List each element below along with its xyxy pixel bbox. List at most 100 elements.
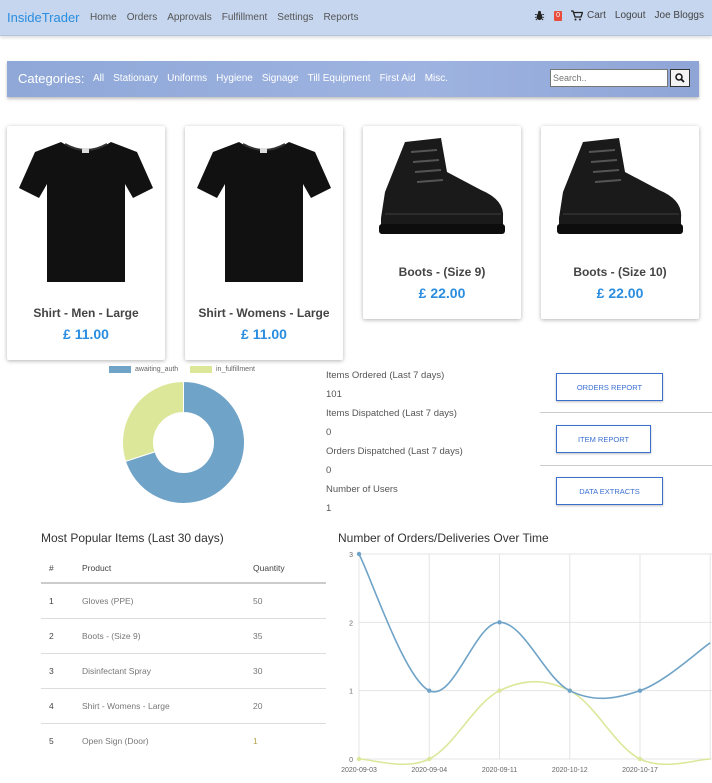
product-price: £ 22.00 — [418, 285, 466, 301]
product-price: £ 11.00 — [63, 326, 109, 342]
donut-legend-fulfillment: in_fulfillment — [190, 366, 255, 373]
category-stationary[interactable]: Stationary — [113, 73, 158, 84]
nav-approvals[interactable]: Approvals — [167, 12, 211, 23]
category-hygiene[interactable]: Hygiene — [216, 73, 253, 84]
category-first-aid[interactable]: First Aid — [380, 73, 416, 84]
table-row: 5 Open Sign (Door) 1 — [41, 723, 326, 758]
table-header-row: # Product Quantity — [41, 553, 326, 584]
nav-home[interactable]: Home — [90, 12, 117, 23]
x-tick-label: 2020-09-04 — [411, 767, 447, 774]
cart-link[interactable]: Cart — [571, 10, 606, 21]
legend-swatch — [109, 366, 131, 373]
popular-items-table: # Product Quantity 1 Gloves (PPE) 50 2 B… — [41, 553, 326, 758]
series-line — [358, 681, 711, 766]
items-ordered-label: Items Ordered (Last 7 days) — [326, 370, 445, 381]
category-signage[interactable]: Signage — [262, 73, 299, 84]
row-quantity: 35 — [253, 618, 326, 654]
product-name[interactable]: Boots - (Size 9) — [363, 265, 521, 279]
data-point — [356, 551, 362, 557]
row-quantity: 1 — [253, 735, 258, 746]
orders-dispatched-value: 0 — [326, 465, 332, 476]
y-tick-label: 3 — [349, 552, 353, 559]
tshirt-image — [19, 142, 153, 282]
data-point — [427, 688, 432, 693]
nav-fulfillment[interactable]: Fulfillment — [222, 12, 268, 23]
col-header-quantity: Quantity — [253, 553, 326, 584]
series-line — [358, 553, 711, 700]
product-card[interactable]: Shirt - Womens - Large £ 11.00 — [185, 126, 343, 360]
boot-image — [557, 138, 683, 234]
row-product: Open Sign (Door) — [82, 735, 149, 746]
x-tick-label: 2020-10-17 — [622, 767, 658, 774]
search-button[interactable] — [670, 69, 690, 87]
items-dispatched-label: Items Dispatched (Last 7 days) — [326, 408, 457, 419]
nav-right: 0 Cart Logout Joe Bloggs — [525, 10, 704, 21]
product-card[interactable]: Boots - (Size 9) £ 22.00 — [363, 126, 521, 319]
logout-link[interactable]: Logout — [615, 10, 646, 21]
row-number: 1 — [41, 583, 82, 619]
table-row: 3 Disinfectant Spray 30 — [41, 653, 326, 689]
navbar: InsideTrader Home Orders Approvals Fulfi… — [0, 0, 712, 36]
row-quantity: 50 — [253, 583, 326, 619]
nav-links: Home Orders Approvals Fulfillment Settin… — [90, 12, 368, 23]
x-tick-label: 2020-09-11 — [482, 767, 517, 774]
popular-items-title: Most Popular Items (Last 30 days) — [41, 531, 224, 545]
items-ordered-value: 101 — [326, 389, 342, 400]
product-card[interactable]: Boots - (Size 10) £ 22.00 — [541, 126, 699, 319]
data-point — [427, 756, 432, 762]
row-number: 4 — [41, 688, 82, 724]
legend-label: awaiting_auth — [135, 366, 179, 373]
data-extracts-button[interactable]: DATA EXTRACTS — [556, 477, 663, 505]
row-number: 5 — [49, 735, 54, 746]
data-point — [567, 688, 572, 693]
product-name[interactable]: Shirt - Men - Large — [7, 306, 165, 320]
col-header-number: # — [41, 553, 82, 584]
category-misc[interactable]: Misc. — [425, 73, 448, 84]
row-product: Shirt - Womens - Large — [82, 688, 253, 724]
users-value: 1 — [326, 503, 332, 514]
search-icon — [675, 73, 685, 83]
nav-reports[interactable]: Reports — [323, 12, 358, 23]
data-point — [497, 688, 502, 693]
category-uniforms[interactable]: Uniforms — [167, 73, 207, 84]
donut-legend-awaiting: awaiting_auth — [109, 366, 178, 373]
y-tick-label: 0 — [349, 757, 353, 764]
categories-title: Categories: — [18, 71, 85, 86]
user-name[interactable]: Joe Bloggs — [655, 10, 704, 21]
table-row: 4 Shirt - Womens - Large 20 — [41, 688, 326, 724]
data-point — [356, 756, 362, 762]
category-list: All Stationary Uniforms Hygiene Signage … — [93, 73, 457, 84]
orders-chart-title: Number of Orders/Deliveries Over Time — [338, 531, 549, 545]
tshirt-image — [197, 142, 331, 282]
boot-image — [379, 138, 505, 234]
category-all[interactable]: All — [93, 73, 104, 84]
category-till-equipment[interactable]: Till Equipment — [308, 73, 371, 84]
product-card[interactable]: Shirt - Men - Large £ 11.00 — [7, 126, 165, 360]
nav-orders[interactable]: Orders — [127, 12, 158, 23]
row-product: Disinfectant Spray — [82, 653, 253, 689]
row-quantity: 30 — [253, 653, 326, 689]
x-tick-label: 2020-09-03 — [341, 767, 377, 774]
product-name[interactable]: Shirt - Womens - Large — [185, 306, 343, 320]
data-point — [497, 620, 502, 625]
orders-line-chart: 0 1 2 3 2020-09-03 2020-09-04 2020-09-11 2020-1… — [341, 551, 712, 774]
col-header-product: Product — [82, 553, 253, 584]
nav-settings[interactable]: Settings — [277, 12, 313, 23]
row-product: Gloves (PPE) — [82, 583, 253, 619]
search-input[interactable] — [550, 69, 668, 87]
product-name[interactable]: Boots - (Size 10) — [541, 265, 699, 279]
users-label: Number of Users — [326, 484, 398, 495]
bug-icon[interactable] — [534, 10, 545, 21]
cart-label: Cart — [587, 10, 606, 21]
item-report-button[interactable]: ITEM REPORT — [556, 425, 651, 453]
y-tick-label: 2 — [349, 620, 353, 627]
divider — [540, 412, 712, 413]
cart-count-badge: 0 — [554, 10, 563, 21]
product-price: £ 11.00 — [241, 326, 287, 342]
orders-report-button[interactable]: ORDERS REPORT — [556, 373, 663, 401]
status-donut-chart — [122, 380, 245, 504]
row-product: Boots - (Size 9) — [82, 618, 253, 654]
brand-logo[interactable]: InsideTrader — [7, 10, 80, 25]
row-quantity: 20 — [253, 688, 326, 724]
table-row: 1 Gloves (PPE) 50 — [41, 583, 326, 619]
